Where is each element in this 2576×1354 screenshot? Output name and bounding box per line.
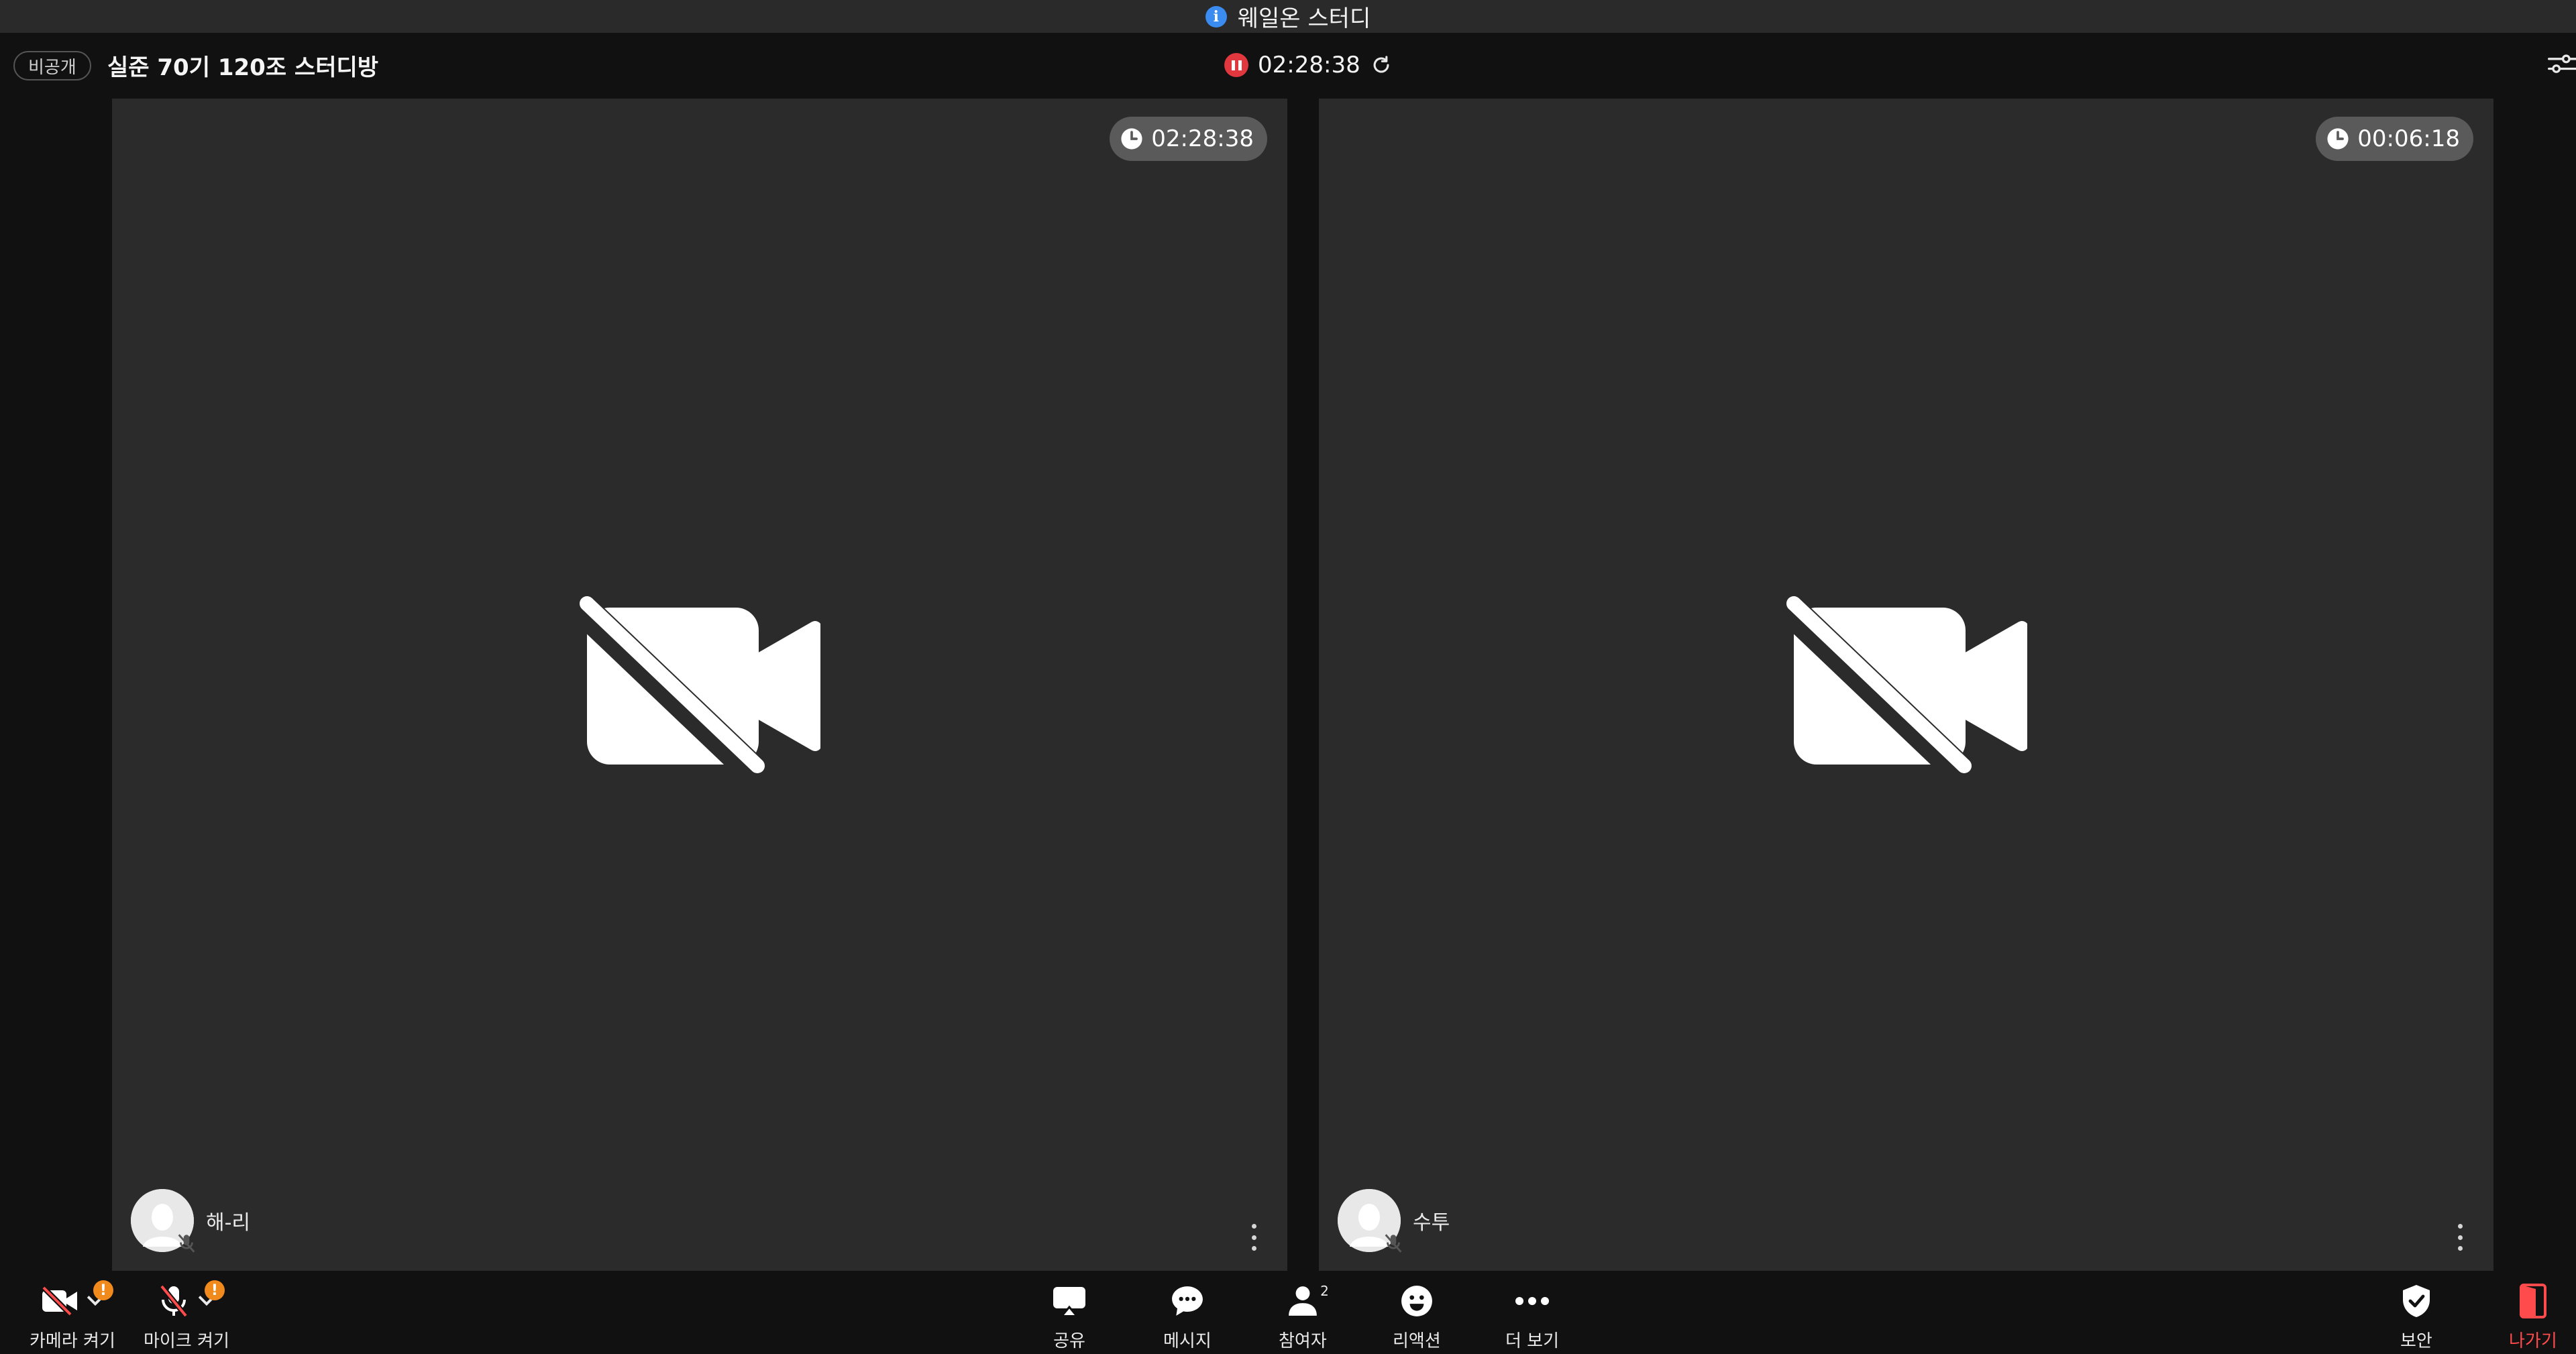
participant-name: 수투: [1413, 1211, 1450, 1235]
more-label: 더 보기: [1505, 1331, 1560, 1351]
more-button[interactable]: 더 보기: [1505, 1278, 1559, 1352]
participant-name: 해-리: [206, 1211, 251, 1235]
recording-pause-icon[interactable]: [1224, 53, 1248, 77]
more-dots-icon: [1515, 1297, 1550, 1305]
camera-off-icon: [579, 596, 820, 783]
camera-off-icon: [42, 1286, 77, 1316]
meeting-header: 비공개 실준 70기 120조 스터디방 02:28:38: [0, 33, 2576, 99]
settings-sliders-icon[interactable]: [2546, 50, 2576, 82]
video-tile[interactable]: 02:28:38 해-리: [112, 99, 1287, 1271]
more-options-icon[interactable]: [1247, 1224, 1260, 1251]
chat-bubble-icon: [1171, 1286, 1203, 1316]
refresh-icon[interactable]: [1370, 54, 1393, 76]
more-options-icon[interactable]: [2453, 1224, 2467, 1251]
participants-label: 참여자: [1279, 1331, 1327, 1351]
shield-icon: [2402, 1285, 2430, 1317]
message-label: 메시지: [1163, 1331, 1212, 1351]
participant-info: 해-리: [131, 1189, 251, 1253]
leave-label: 나가기: [2509, 1331, 2557, 1351]
clock-icon: [2327, 128, 2349, 150]
security-label: 보안: [2400, 1331, 2432, 1351]
privacy-badge: 비공개: [13, 51, 91, 80]
mic-off-icon: [159, 1284, 189, 1318]
camera-toggle-button[interactable]: ! 카메라 켜기: [30, 1278, 115, 1352]
tile-timer: 00:06:18: [2316, 117, 2473, 161]
share-label: 공유: [1053, 1331, 1085, 1351]
participants-count: 2: [1320, 1283, 1329, 1299]
recording-status: 02:28:38: [1224, 52, 1393, 78]
security-button[interactable]: 보안: [2400, 1278, 2432, 1352]
share-button[interactable]: 공유: [1052, 1278, 1087, 1352]
participants-button[interactable]: 2 참여자: [1279, 1278, 1329, 1352]
mic-muted-icon: [1385, 1234, 1402, 1253]
avatar: [1338, 1189, 1402, 1253]
warning-badge: !: [93, 1280, 113, 1300]
mic-toggle-label: 마이크 켜기: [144, 1331, 229, 1351]
camera-toggle-label: 카메라 켜기: [30, 1331, 115, 1351]
smiley-icon: [1401, 1286, 1432, 1316]
room-title: 실준 70기 120조 스터디방: [107, 54, 379, 81]
info-icon: i: [1205, 5, 1227, 27]
mic-muted-icon: [178, 1234, 195, 1253]
tile-timer-text: 02:28:38: [1151, 125, 1254, 152]
video-tile[interactable]: 00:06:18 수투: [1319, 99, 2493, 1271]
person-icon: [1289, 1286, 1317, 1316]
share-screen-icon: [1053, 1287, 1085, 1316]
warning-badge: !: [204, 1280, 225, 1300]
participant-info: 수투: [1338, 1189, 1450, 1253]
exit-door-icon: [2519, 1284, 2546, 1318]
reaction-button[interactable]: 리액션: [1393, 1278, 1441, 1352]
recording-time: 02:28:38: [1258, 52, 1360, 78]
tile-timer-text: 00:06:18: [2357, 125, 2460, 152]
meeting-toolbar: ! 카메라 켜기 ! 마이크 켜기 공유 메시지 2 참여자 리액션 더 보기 …: [0, 1271, 2576, 1354]
mic-toggle-button[interactable]: ! 마이크 켜기: [144, 1278, 229, 1352]
leave-button[interactable]: 나가기: [2509, 1278, 2557, 1352]
reaction-label: 리액션: [1393, 1331, 1441, 1351]
clock-icon: [1121, 128, 1142, 150]
camera-off-icon: [1785, 596, 2027, 783]
avatar: [131, 1189, 195, 1253]
tile-timer: 02:28:38: [1110, 117, 1267, 161]
message-button[interactable]: 메시지: [1163, 1278, 1212, 1352]
app-title: 웨일온 스터디: [1237, 5, 1371, 32]
app-banner: i 웨일온 스터디: [0, 0, 2576, 33]
